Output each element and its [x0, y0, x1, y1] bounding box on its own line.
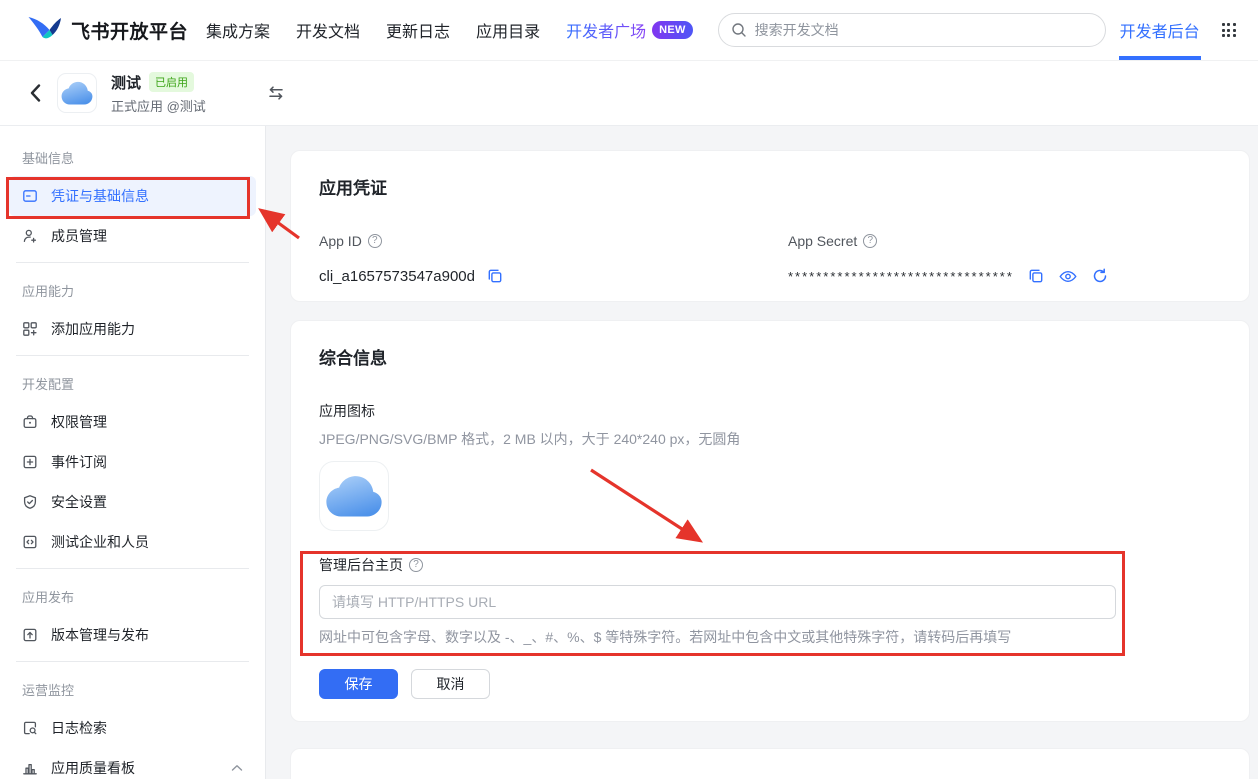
sidebar-divider [16, 661, 249, 662]
sidebar-item-credentials[interactable]: 凭证与基础信息 [9, 176, 256, 216]
feishu-logo-icon [28, 16, 61, 44]
nav-developer-market[interactable]: 开发者广场 NEW [566, 0, 693, 60]
sidebar-section-ability: 应用能力 [0, 283, 265, 301]
app-icon-label: 应用图标 [319, 401, 1221, 421]
publish-up-arrow-icon [22, 627, 38, 643]
switch-app-icon[interactable] [266, 86, 286, 101]
shield-check-icon [22, 494, 38, 510]
copy-icon[interactable] [487, 268, 503, 284]
nav-app-directory[interactable]: 应用目录 [476, 0, 540, 60]
sidebar-item-security[interactable]: 安全设置 [9, 482, 256, 522]
app-meta: 测试 已启用 正式应用 @测试 [111, 72, 206, 115]
sidebar-item-add-ability[interactable]: 添加应用能力 [9, 309, 256, 349]
homepage-hint: 网址中可包含字母、数字以及 -、_、#、%、$ 等特殊字符。若网址中包含中文或其… [319, 627, 1221, 647]
sidebar-item-quality[interactable]: 应用质量看板 [9, 748, 256, 779]
logo-text: 飞书开放平台 [71, 17, 188, 44]
nav-developer-market-label: 开发者广场 [566, 18, 646, 42]
bar-chart-icon [22, 760, 38, 776]
search-icon [731, 22, 747, 38]
nav-docs[interactable]: 开发文档 [296, 0, 360, 60]
credentials-card: 应用凭证 App ID ? cli_a1657573547a900d [290, 150, 1250, 302]
nav-integration[interactable]: 集成方案 [206, 0, 270, 60]
new-badge: NEW [652, 21, 693, 39]
member-add-icon [22, 228, 38, 244]
general-info-title: 综合信息 [319, 347, 1221, 371]
sidebar-divider [16, 355, 249, 356]
refresh-icon[interactable] [1092, 268, 1108, 284]
app-header-bar: 测试 已启用 正式应用 @测试 [0, 61, 1258, 126]
copy-icon[interactable] [1028, 268, 1044, 284]
top-nav: 集成方案 开发文档 更新日志 应用目录 开发者广场 NEW [206, 0, 693, 60]
sidebar-item-label: 安全设置 [51, 492, 107, 512]
general-info-card: 综合信息 应用图标 JPEG/PNG/SVG/BMP 格式，2 MB 以内，大于… [290, 320, 1250, 722]
search-input[interactable] [755, 22, 1093, 38]
app-icon-hint: JPEG/PNG/SVG/BMP 格式，2 MB 以内，大于 240*240 p… [319, 429, 1221, 449]
sidebar-section-ops: 运营监控 [0, 682, 265, 700]
app-id-label: App ID [319, 233, 362, 249]
code-brackets-icon [22, 534, 38, 550]
app-name: 测试 [111, 72, 141, 93]
sidebar-item-label: 凭证与基础信息 [51, 186, 149, 206]
sidebar-section-release: 应用发布 [0, 589, 265, 607]
next-card-partial [290, 748, 1250, 779]
main-content: 应用凭证 App ID ? cli_a1657573547a900d [266, 126, 1258, 779]
back-chevron-icon[interactable] [30, 84, 41, 102]
app-avatar [57, 73, 97, 113]
nav-changelog[interactable]: 更新日志 [386, 0, 450, 60]
sidebar-item-members[interactable]: 成员管理 [9, 216, 256, 256]
sidebar: 基础信息 凭证与基础信息 成员管理 应用能力 添加应用能力 [0, 126, 266, 779]
homepage-label: 管理后台主页 [319, 555, 403, 575]
feishu-logo[interactable]: 飞书开放平台 [28, 16, 188, 44]
help-icon[interactable]: ? [409, 558, 423, 572]
sidebar-item-label: 成员管理 [51, 226, 107, 246]
credentials-title: 应用凭证 [319, 177, 1221, 201]
sidebar-section-dev: 开发配置 [0, 376, 265, 394]
sidebar-item-logs[interactable]: 日志检索 [9, 708, 256, 748]
top-header: 飞书开放平台 集成方案 开发文档 更新日志 应用目录 开发者广场 NEW 开发者… [0, 0, 1258, 61]
sidebar-item-label: 添加应用能力 [51, 319, 135, 339]
sidebar-item-label: 日志检索 [51, 718, 107, 738]
sidebar-item-events[interactable]: 事件订阅 [9, 442, 256, 482]
help-icon[interactable]: ? [368, 234, 382, 248]
log-search-icon [22, 720, 38, 736]
sidebar-item-permissions[interactable]: 权限管理 [9, 402, 256, 442]
developer-console-tab[interactable]: 开发者后台 [1120, 0, 1200, 60]
sidebar-item-label: 权限管理 [51, 412, 107, 432]
homepage-url-input[interactable] [319, 585, 1116, 619]
sidebar-item-label: 版本管理与发布 [51, 625, 149, 645]
cancel-button[interactable]: 取消 [411, 669, 490, 699]
credential-card-icon [22, 188, 38, 204]
event-subscribe-icon [22, 454, 38, 470]
sidebar-divider [16, 262, 249, 263]
sidebar-divider [16, 568, 249, 569]
app-id-block: App ID ? cli_a1657573547a900d [319, 231, 788, 287]
eye-icon[interactable] [1059, 270, 1077, 283]
save-button[interactable]: 保存 [319, 669, 398, 699]
app-id-value: cli_a1657573547a900d [319, 268, 475, 285]
chevron-up-icon[interactable] [231, 764, 243, 772]
app-secret-masked-value: ******************************** [788, 269, 1014, 284]
app-secret-block: App Secret ? ***************************… [788, 231, 1221, 287]
sidebar-item-label: 应用质量看板 [51, 758, 135, 778]
app-subtitle: 正式应用 @测试 [111, 96, 206, 115]
app-secret-label: App Secret [788, 233, 857, 249]
sidebar-item-test-org[interactable]: 测试企业和人员 [9, 522, 256, 562]
sidebar-section-basic: 基础信息 [0, 150, 265, 168]
help-icon[interactable]: ? [863, 234, 877, 248]
sidebar-item-label: 测试企业和人员 [51, 532, 149, 552]
sidebar-item-version[interactable]: 版本管理与发布 [9, 615, 256, 655]
apps-grid-icon[interactable] [1222, 23, 1236, 37]
permission-lock-icon [22, 414, 38, 430]
app-ability-grid-icon [22, 321, 38, 337]
app-icon-preview[interactable] [319, 461, 389, 531]
doc-search-box[interactable] [718, 13, 1106, 47]
sidebar-item-label: 事件订阅 [51, 452, 107, 472]
status-badge: 已启用 [149, 72, 194, 92]
